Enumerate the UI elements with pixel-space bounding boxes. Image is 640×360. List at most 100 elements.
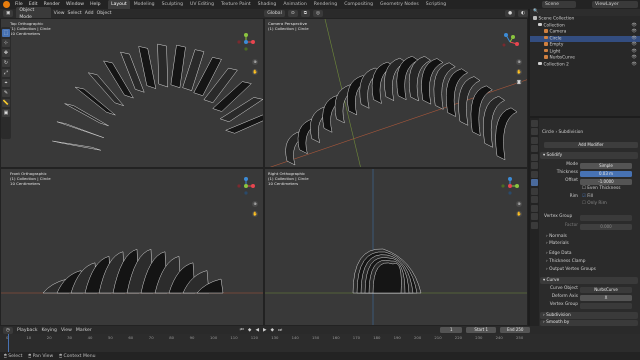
solidify-modifier-header[interactable]: ▾ Solidify [540, 152, 638, 159]
tab-scripting[interactable]: Scripting [422, 0, 449, 9]
shading-solid-icon[interactable]: ● [504, 10, 515, 17]
select-box-icon[interactable]: ⬚ [2, 29, 10, 37]
scale-icon[interactable]: ⤢ [2, 69, 10, 77]
tab-texture-paint[interactable]: Texture Paint [218, 0, 255, 9]
tab-layout[interactable]: Layout [107, 0, 131, 9]
subpanel-edge-data[interactable]: › Edge Data [546, 251, 640, 258]
hand-pan-icon[interactable]: ✋ [252, 211, 258, 217]
tab-rendering[interactable]: Rendering [310, 0, 340, 9]
data-tab-icon[interactable] [531, 213, 538, 220]
hand-pan-icon[interactable]: ✋ [252, 69, 258, 75]
navigation-gizmo-icon[interactable] [501, 33, 519, 51]
cursor-icon[interactable]: ⊹ [2, 39, 10, 47]
menu-marker[interactable]: Marker [76, 328, 92, 333]
shading-material-icon[interactable]: ◐ [517, 10, 528, 17]
measure-icon[interactable]: 📏 [2, 99, 10, 107]
viewport-camera[interactable]: Camera Perspective (1) Collection | Circl… [264, 18, 528, 168]
menu-add[interactable]: Add [85, 11, 94, 16]
tab-shading[interactable]: Shading [254, 0, 280, 9]
hand-pan-icon[interactable]: ✋ [516, 69, 522, 75]
deform-axis-field[interactable]: X [580, 295, 632, 301]
fill-checkbox[interactable]: ☑ Fill [582, 194, 632, 201]
outliner-item[interactable]: Collection 2 👁 [530, 61, 640, 69]
menu-select[interactable]: Select [68, 11, 82, 16]
viewport-front[interactable]: Front Orthographic (1) Collection | Circl… [0, 168, 264, 326]
only-rim-checkbox[interactable]: ☐ Only Rim [582, 201, 632, 208]
thickness-field[interactable]: 0.03 m [580, 171, 632, 177]
next-key-icon[interactable]: ◆ [271, 328, 275, 333]
particles-tab-icon[interactable] [531, 187, 538, 195]
menu-keying[interactable]: Keying [42, 328, 57, 333]
transform-orientation-dropdown[interactable]: Global [264, 10, 285, 17]
tool-tab-icon[interactable] [531, 119, 538, 127]
view-layer-tab-icon[interactable] [531, 145, 538, 152]
world-tab-icon[interactable] [531, 162, 538, 169]
zoom-icon[interactable]: ⊕ [252, 59, 258, 65]
even-thickness-checkbox[interactable]: ☐ Even Thickness [582, 186, 632, 193]
add-modifier-button[interactable]: Add Modifier [544, 142, 638, 148]
tab-animation[interactable]: Animation [280, 0, 310, 9]
tab-modeling[interactable]: Modeling [130, 0, 158, 9]
menu-object[interactable]: Object [97, 11, 112, 16]
viewport-top[interactable]: Top Orthographic (1) Collection | Circle 1… [0, 18, 264, 168]
material-tab-icon[interactable] [531, 221, 538, 229]
subdivision-modifier-header[interactable]: › Subdivision [540, 312, 638, 319]
physics-tab-icon[interactable] [531, 196, 538, 203]
transform-icon[interactable]: ⌖ [2, 79, 10, 87]
current-frame-field[interactable]: 1 [440, 327, 463, 333]
menu-window[interactable]: Window [63, 0, 87, 9]
tab-compositing[interactable]: Compositing [341, 0, 377, 9]
vertex-group-field[interactable] [580, 215, 632, 221]
modifier-tab-icon[interactable] [531, 179, 538, 186]
timeline-area[interactable]: 0102030405060708090100110120130140150160… [0, 334, 640, 352]
navigation-gizmo-icon[interactable] [237, 177, 255, 195]
play-reverse-icon[interactable]: ◀ [255, 328, 259, 333]
mode-dropdown[interactable]: Simple [580, 163, 632, 169]
view-layer-selector[interactable]: ViewLayer [592, 1, 638, 8]
factor-field[interactable]: 0.000 [580, 224, 632, 230]
tab-uv-editing[interactable]: UV Editing [187, 0, 218, 9]
play-icon[interactable]: ▶ [263, 328, 267, 333]
zoom-icon[interactable]: ⊕ [252, 201, 258, 207]
constraints-tab-icon[interactable] [531, 204, 538, 212]
navigation-gizmo-icon[interactable] [501, 177, 519, 195]
start-frame-field[interactable]: Start 1 [466, 327, 497, 333]
playhead[interactable] [8, 334, 9, 352]
subpanel-output-vertex-groups[interactable]: › Output Vertex Groups [546, 267, 640, 274]
scene-selector[interactable]: Scene [542, 1, 576, 8]
object-tab-icon[interactable] [531, 170, 538, 178]
curve-object-field[interactable]: NurbsCurve [580, 287, 632, 293]
prev-key-icon[interactable]: ◆ [248, 328, 252, 333]
subpanel-thickness-clamp[interactable]: › Thickness Clamp [546, 259, 640, 266]
jump-end-icon[interactable]: ⏭ [278, 327, 282, 333]
scene-tab-icon[interactable] [531, 153, 538, 161]
end-frame-field[interactable]: End 250 [500, 327, 531, 333]
render-tab-icon[interactable] [531, 128, 538, 135]
menu-view[interactable]: View [54, 11, 65, 16]
editor-type-icon[interactable]: ▣ [3, 10, 14, 17]
menu-help[interactable]: Help [87, 0, 103, 9]
jump-start-icon[interactable]: ⏮ [240, 327, 244, 333]
curve-modifier-header[interactable]: ▾ Curve [540, 277, 638, 284]
output-tab-icon[interactable] [531, 136, 538, 144]
menu-playback[interactable]: Playback [17, 328, 38, 333]
rotate-icon[interactable]: ↻ [2, 59, 10, 67]
tab-geometry-nodes[interactable]: Geometry Nodes [377, 0, 423, 9]
visibility-eye-icon[interactable]: 👁 [632, 62, 637, 69]
timeline-editor-icon[interactable]: ◷ [3, 326, 14, 334]
subpanel-normals[interactable]: › Normals [546, 234, 640, 241]
tab-sculpting[interactable]: Sculpting [158, 0, 186, 9]
subpanel-materials[interactable]: › Materials [546, 241, 640, 248]
zoom-icon[interactable]: ⊕ [516, 59, 522, 65]
proportional-edit-icon[interactable]: ◎ [313, 10, 324, 17]
camera-icon[interactable]: ◙ [516, 79, 522, 85]
snap-icon[interactable]: ⧉ [300, 10, 310, 17]
navigation-gizmo-icon[interactable] [237, 33, 255, 51]
add-cube-icon[interactable]: ▣ [2, 109, 10, 117]
offset-field[interactable]: -1.0000 [580, 179, 632, 185]
curve-vertex-group-field[interactable] [580, 303, 632, 309]
zoom-icon[interactable]: ⊕ [516, 201, 522, 207]
hand-pan-icon[interactable]: ✋ [516, 211, 522, 217]
pivot-icon[interactable]: ⊙ [287, 10, 298, 17]
annotate-icon[interactable]: ✎ [2, 89, 10, 97]
